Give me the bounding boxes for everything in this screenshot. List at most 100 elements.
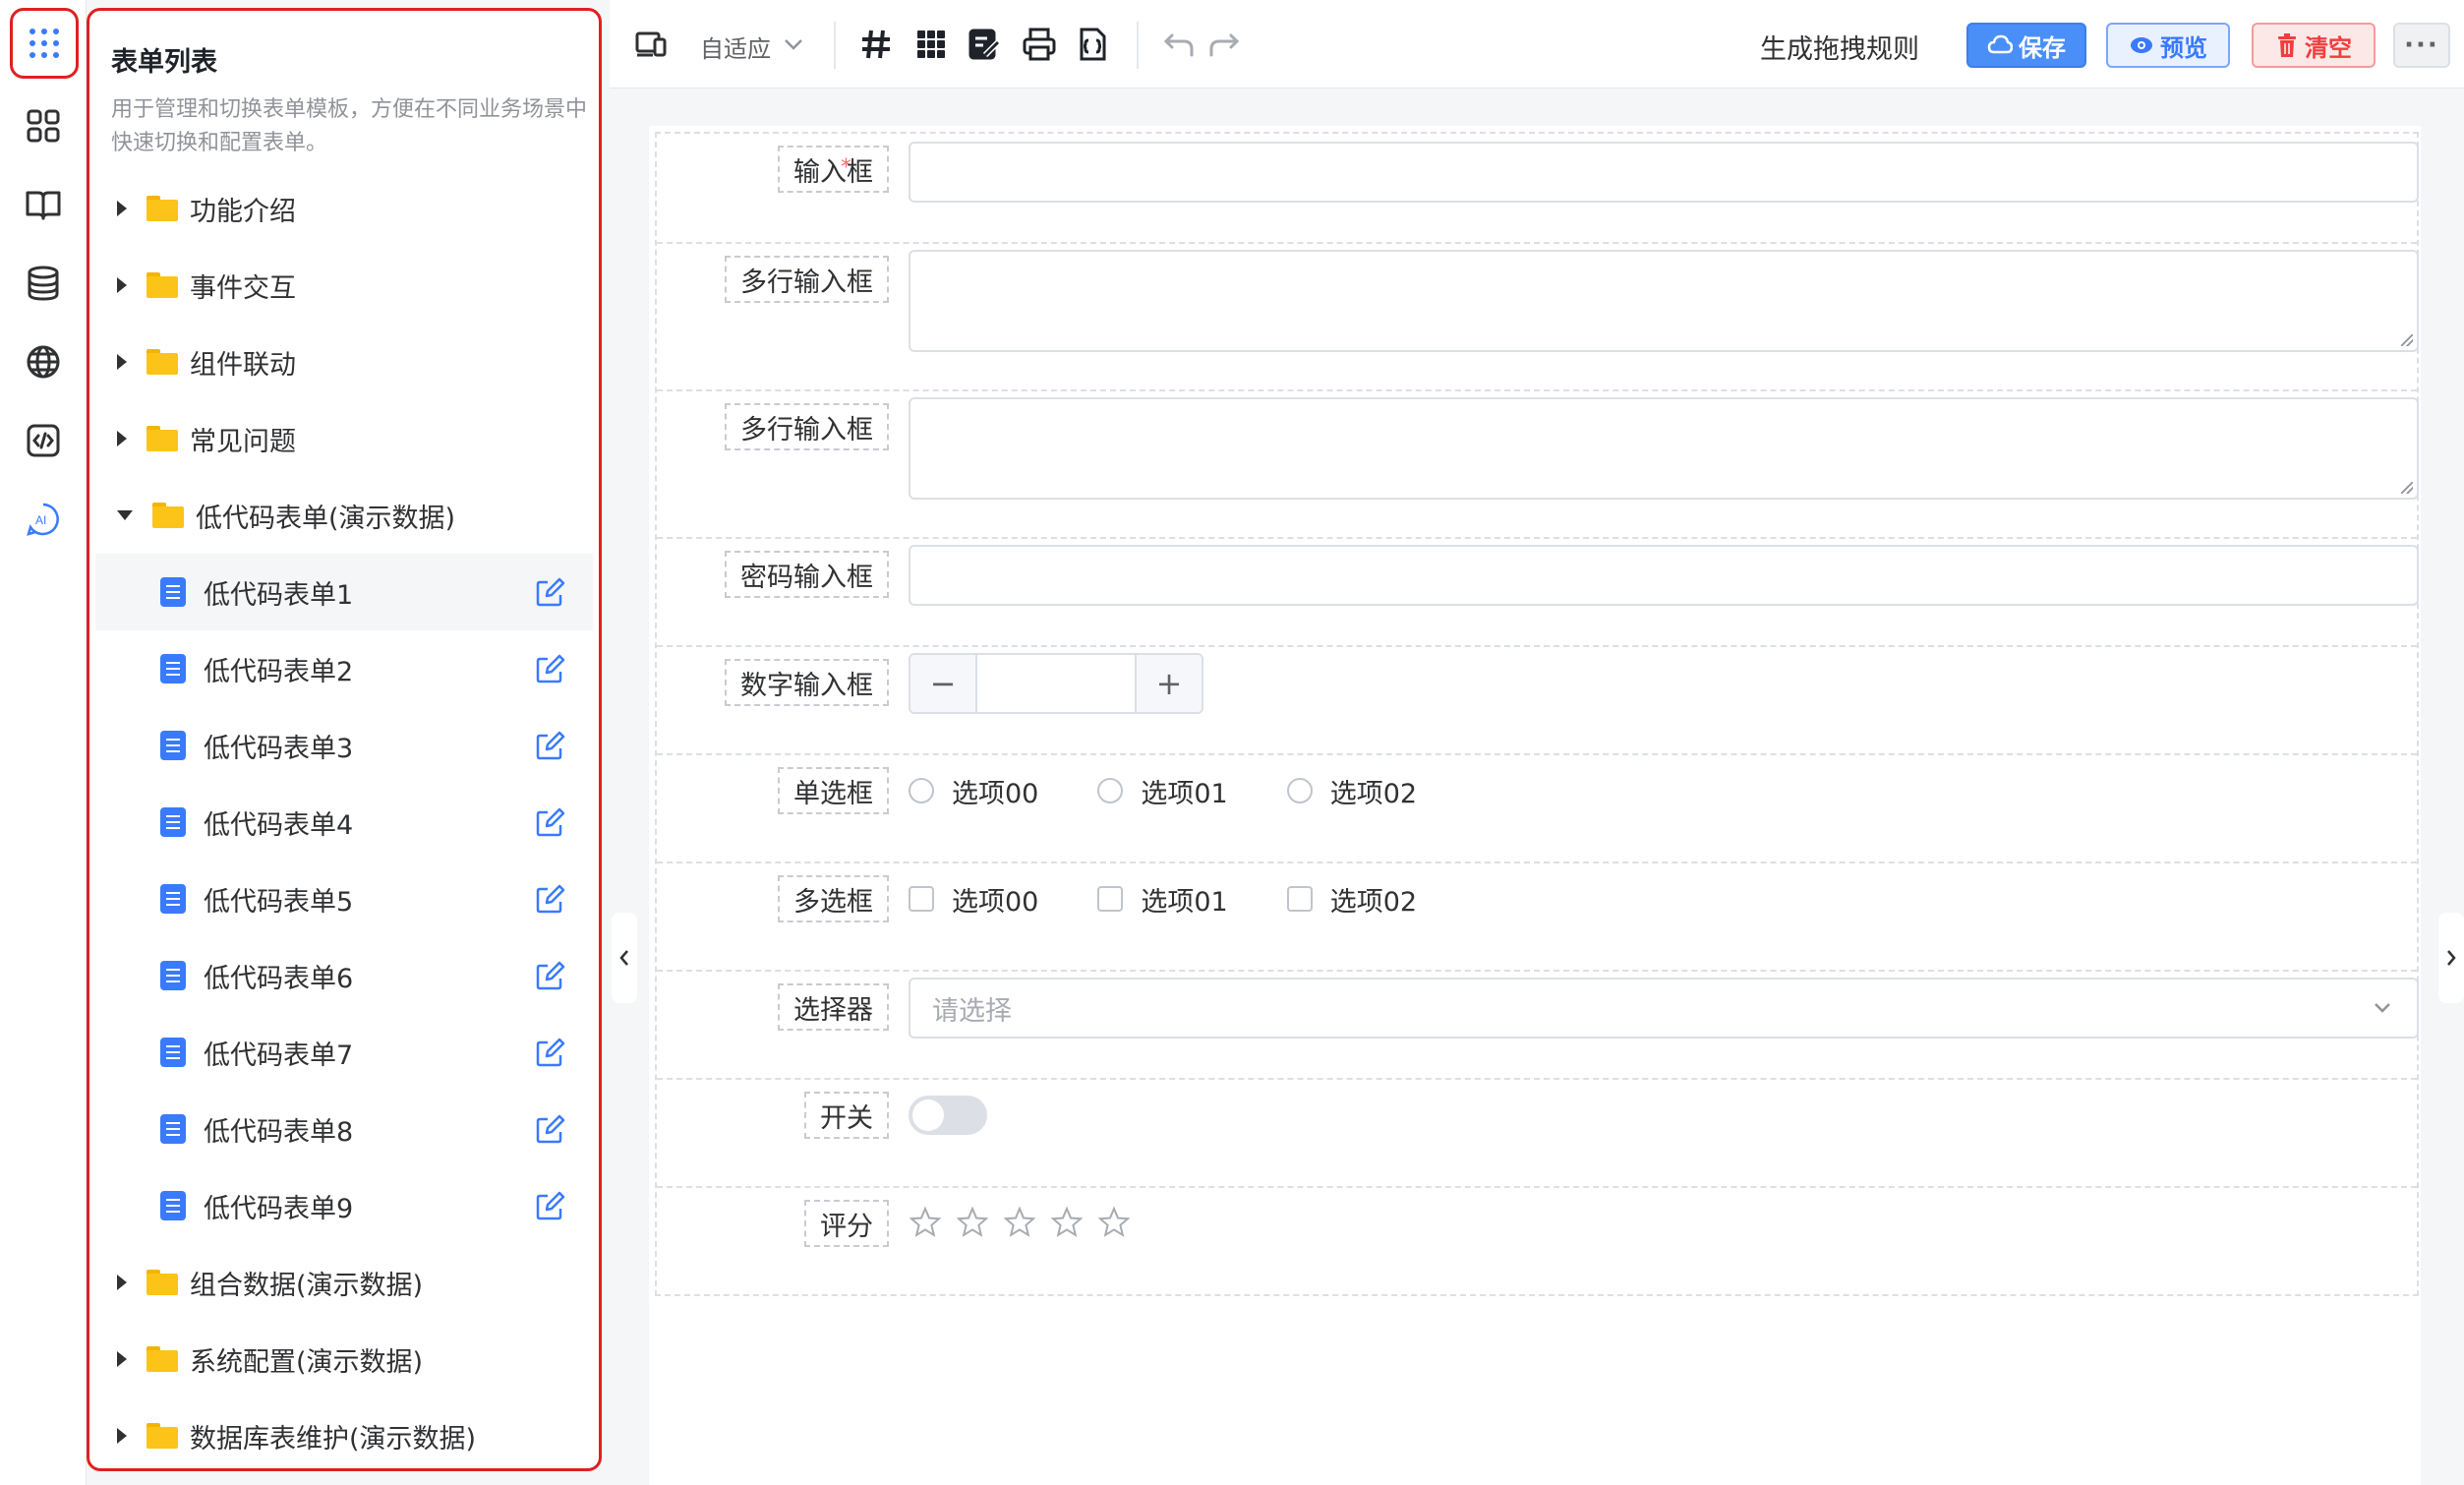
- radio-option[interactable]: 选项02: [1286, 772, 1417, 810]
- edit-icon[interactable]: [534, 1038, 565, 1069]
- form-item-input[interactable]: * 输入框: [657, 134, 2419, 244]
- edit-form-icon[interactable]: [966, 26, 1003, 63]
- tree-folder[interactable]: 事件交互: [89, 247, 599, 324]
- edit-icon[interactable]: [534, 961, 565, 992]
- rail-ai-button[interactable]: AI: [12, 488, 75, 551]
- radio-button[interactable]: [1097, 778, 1124, 803]
- edit-icon[interactable]: [534, 1114, 565, 1146]
- redo-icon[interactable]: [1205, 26, 1243, 63]
- caret-right-icon[interactable]: [117, 1351, 127, 1367]
- checkbox-option[interactable]: 选项02: [1286, 880, 1417, 919]
- checkbox[interactable]: [1286, 886, 1313, 912]
- textarea-input[interactable]: [909, 250, 2419, 352]
- form-item-select[interactable]: 选择器 请选择: [657, 972, 2419, 1080]
- generate-drag-rules-link[interactable]: 生成拖拽规则: [1760, 28, 1919, 66]
- select-placeholder: 请选择: [932, 995, 1012, 1027]
- checkbox[interactable]: [909, 886, 934, 912]
- hash-icon[interactable]: [857, 26, 895, 63]
- form-item-switch[interactable]: 开关: [657, 1080, 2417, 1188]
- form-item-checkbox[interactable]: 多选框 选项00 选项01 选项02: [657, 863, 2417, 972]
- rail-code-button[interactable]: [12, 409, 75, 472]
- form-item-textarea[interactable]: 多行输入框: [657, 244, 2419, 391]
- collapse-left-handle[interactable]: [612, 913, 637, 1003]
- star-icon[interactable]: [909, 1206, 942, 1239]
- star-icon[interactable]: [1003, 1206, 1036, 1239]
- form-item-number[interactable]: 数字输入框 − +: [657, 647, 2417, 755]
- print-icon[interactable]: [1021, 26, 1058, 63]
- edit-icon[interactable]: [534, 1191, 565, 1222]
- adapt-select[interactable]: 自适应: [700, 30, 771, 64]
- device-icon[interactable]: [633, 26, 671, 63]
- edit-icon[interactable]: [534, 884, 565, 916]
- form-item-textarea[interactable]: 多行输入框: [657, 391, 2419, 539]
- rail-database-button[interactable]: [12, 252, 75, 315]
- select-input[interactable]: 请选择: [909, 978, 2419, 1039]
- json-file-icon[interactable]: [1074, 26, 1111, 63]
- star-icon[interactable]: [1097, 1206, 1131, 1239]
- tree-folder[interactable]: 功能介绍: [89, 170, 599, 247]
- edit-icon[interactable]: [534, 731, 565, 762]
- form-item-radio[interactable]: 单选框 选项00 选项01 选项02: [657, 755, 2417, 863]
- rail-components-button[interactable]: [12, 94, 75, 157]
- tree-leaf-item[interactable]: 低代码表单5: [89, 861, 599, 937]
- tree-folder[interactable]: 组件联动: [89, 324, 599, 400]
- tree-folder[interactable]: 组合数据(演示数据): [89, 1244, 599, 1321]
- star-icon[interactable]: [1050, 1206, 1084, 1239]
- tree-folder-label: 数据库表维护(演示数据): [190, 1423, 477, 1455]
- radio-button[interactable]: [1286, 778, 1313, 803]
- tree-folder-open[interactable]: 低代码表单(演示数据): [89, 477, 599, 554]
- more-button[interactable]: ···: [2393, 23, 2450, 68]
- edit-icon[interactable]: [534, 654, 565, 685]
- edit-icon[interactable]: [534, 807, 565, 839]
- undo-icon[interactable]: [1160, 26, 1198, 63]
- tree-leaf-item[interactable]: 低代码表单4: [89, 784, 599, 861]
- radio-button[interactable]: [909, 778, 934, 803]
- caret-right-icon[interactable]: [117, 431, 127, 446]
- form-label: 多行输入框: [725, 256, 889, 303]
- tree-leaf-item[interactable]: 低代码表单6: [89, 937, 599, 1014]
- star-rating[interactable]: [909, 1206, 1131, 1239]
- tree-folder[interactable]: 数据库表维护(演示数据): [89, 1397, 599, 1468]
- checkbox[interactable]: [1097, 886, 1124, 912]
- toggle-switch[interactable]: [909, 1096, 987, 1135]
- grid-layout-icon[interactable]: [912, 26, 950, 63]
- text-input[interactable]: [909, 142, 2419, 203]
- rail-global-button[interactable]: [12, 330, 75, 393]
- caret-right-icon[interactable]: [117, 1428, 127, 1444]
- number-value-input[interactable]: [975, 655, 1137, 712]
- tree-folder[interactable]: 系统配置(演示数据): [89, 1321, 599, 1397]
- tree-folder[interactable]: 常见问题: [89, 400, 599, 477]
- tree-leaf-item[interactable]: 低代码表单2: [89, 630, 599, 707]
- radio-option[interactable]: 选项01: [1097, 772, 1228, 810]
- tree-leaf-item[interactable]: 低代码表单7: [89, 1014, 599, 1091]
- form-item-rate[interactable]: 评分: [657, 1188, 2417, 1296]
- top-toolbar: 自适应 生成拖拽规则 保存 预览 清空 ···: [610, 0, 2464, 89]
- save-button[interactable]: 保存: [1966, 23, 2086, 68]
- tree-leaf-item[interactable]: 低代码表单8: [89, 1091, 599, 1167]
- caret-right-icon[interactable]: [117, 354, 127, 370]
- increment-button[interactable]: +: [1137, 655, 1202, 712]
- password-input[interactable]: [909, 545, 2419, 606]
- caret-right-icon[interactable]: [117, 201, 127, 216]
- decrement-button[interactable]: −: [910, 655, 975, 712]
- star-icon[interactable]: [956, 1206, 989, 1239]
- number-stepper[interactable]: − +: [909, 653, 1203, 714]
- tree-leaf-item[interactable]: 低代码表单9: [89, 1167, 599, 1244]
- form-item-password[interactable]: 密码输入框: [657, 539, 2419, 647]
- preview-button[interactable]: 预览: [2106, 23, 2230, 68]
- tree-leaf-item[interactable]: 低代码表单3: [89, 707, 599, 784]
- rail-apps-button[interactable]: [10, 8, 79, 79]
- caret-down-icon[interactable]: [117, 510, 133, 520]
- caret-right-icon[interactable]: [117, 1275, 127, 1290]
- checkbox-option[interactable]: 选项01: [1097, 880, 1228, 919]
- edit-icon[interactable]: [534, 577, 565, 609]
- rail-docs-button[interactable]: [12, 173, 75, 236]
- radio-option[interactable]: 选项00: [909, 772, 1038, 810]
- checkbox-option[interactable]: 选项00: [909, 880, 1038, 919]
- collapse-right-handle[interactable]: [2438, 913, 2464, 1003]
- tree-leaf-item[interactable]: 低代码表单1: [95, 554, 593, 630]
- caret-right-icon[interactable]: [117, 277, 127, 293]
- clear-button[interactable]: 清空: [2252, 23, 2376, 68]
- chevron-down-icon[interactable]: [779, 30, 808, 59]
- textarea-input[interactable]: [909, 397, 2419, 500]
